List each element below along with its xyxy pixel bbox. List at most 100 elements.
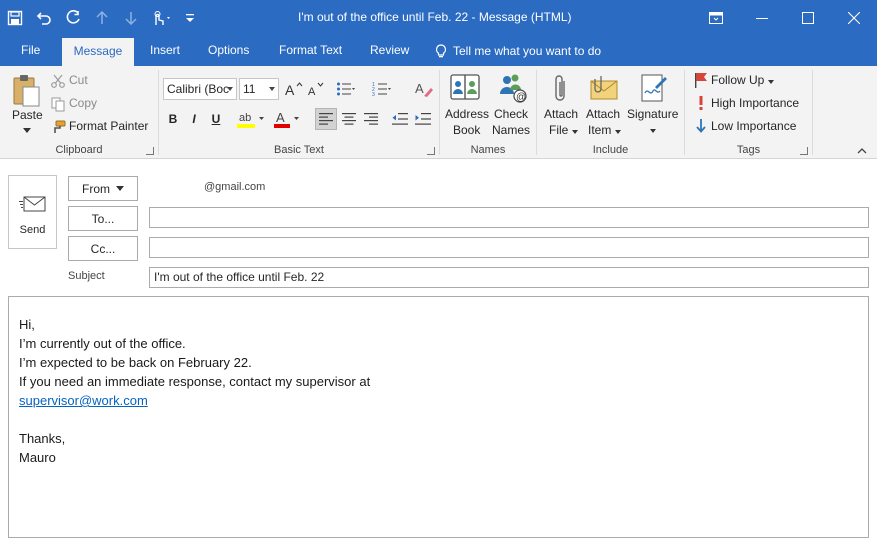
- tab-options[interactable]: Options: [208, 36, 249, 66]
- tell-me-text: Tell me what you want to do: [453, 43, 602, 58]
- tab-file[interactable]: File: [21, 36, 40, 66]
- bold-button[interactable]: B: [163, 109, 183, 129]
- cut-label[interactable]: Cut: [69, 73, 88, 87]
- clear-formatting-icon[interactable]: A: [414, 78, 434, 100]
- from-dropdown-icon: [116, 186, 124, 191]
- paste-label[interactable]: Paste: [12, 108, 43, 122]
- basic-text-group-label: Basic Text: [274, 144, 324, 156]
- supervisor-email-link[interactable]: supervisor@work.com: [19, 393, 148, 408]
- underline-button[interactable]: U: [206, 109, 226, 129]
- italic-button[interactable]: I: [184, 109, 204, 129]
- body-line: Thanks,: [19, 431, 66, 446]
- collapse-ribbon-icon[interactable]: [857, 144, 867, 154]
- attach-item-label-2[interactable]: Item: [588, 123, 621, 137]
- cc-button[interactable]: Cc...: [68, 236, 138, 261]
- increase-indent-icon[interactable]: [412, 108, 434, 130]
- copy-label[interactable]: Copy: [69, 96, 97, 110]
- low-importance-button[interactable]: Low Importance: [711, 119, 796, 133]
- undo-icon[interactable]: [29, 0, 58, 36]
- highlight-color-icon[interactable]: ab: [235, 108, 267, 130]
- signature-dropdown-icon[interactable]: [648, 127, 658, 135]
- minimize-icon[interactable]: [739, 0, 785, 36]
- check-names-label-1[interactable]: Check: [494, 107, 528, 121]
- close-icon[interactable]: [831, 0, 877, 36]
- tab-review[interactable]: Review: [370, 36, 409, 66]
- redo-icon[interactable]: [58, 0, 87, 36]
- grow-font-icon[interactable]: A: [284, 79, 304, 99]
- check-names-icon[interactable]: @: [495, 72, 529, 104]
- address-book-icon[interactable]: [448, 72, 482, 102]
- maximize-icon[interactable]: [785, 0, 831, 36]
- tab-insert[interactable]: Insert: [150, 36, 180, 66]
- tab-message[interactable]: Message: [62, 38, 134, 66]
- attach-item-dropdown-icon[interactable]: [614, 130, 621, 134]
- format-painter-label[interactable]: Format Painter: [69, 119, 148, 133]
- touch-mode-icon[interactable]: [145, 0, 179, 36]
- signature-icon[interactable]: [637, 72, 669, 104]
- basic-text-group: Calibri (Boc 11 A A 123 A B I U ab A Bas…: [159, 66, 439, 159]
- up-arrow-icon[interactable]: [87, 0, 116, 36]
- clipboard-group-label: Clipboard: [55, 144, 103, 156]
- subject-label: Subject: [68, 270, 105, 282]
- attach-item-label-1[interactable]: Attach: [586, 107, 620, 121]
- align-left-icon[interactable]: [315, 108, 337, 130]
- from-button[interactable]: From: [68, 176, 138, 201]
- attach-item-icon[interactable]: [588, 72, 620, 104]
- low-importance-icon: [693, 118, 709, 134]
- address-book-label-2[interactable]: Book: [453, 123, 480, 137]
- ribbon-display-options-icon[interactable]: [693, 0, 739, 36]
- font-name-select[interactable]: Calibri (Boc: [163, 78, 237, 100]
- attach-file-dropdown-icon[interactable]: [571, 130, 578, 134]
- customize-qat-icon[interactable]: [179, 0, 201, 36]
- svg-text:3: 3: [372, 92, 375, 97]
- save-icon[interactable]: [0, 0, 29, 36]
- cut-icon: [50, 73, 66, 89]
- to-button[interactable]: To...: [68, 206, 138, 231]
- tags-group: Follow Up High Importance Low Importance…: [685, 66, 812, 159]
- attach-file-text: File: [549, 123, 569, 137]
- paste-dropdown-icon[interactable]: [22, 126, 32, 134]
- attach-file-label-1[interactable]: Attach: [544, 107, 578, 121]
- send-label: Send: [19, 224, 46, 236]
- clipboard-group: Paste Cut Copy Format Painter Clipboard: [0, 66, 158, 159]
- tell-me-box[interactable]: Tell me what you want to do: [435, 36, 601, 66]
- align-center-icon[interactable]: [338, 108, 360, 130]
- signature-label[interactable]: Signature: [627, 107, 678, 121]
- svg-text:@: @: [516, 92, 526, 103]
- cc-field[interactable]: [149, 237, 869, 258]
- clipboard-launcher-icon[interactable]: [146, 147, 154, 155]
- to-label: To...: [91, 211, 115, 226]
- font-color-icon[interactable]: A: [273, 108, 301, 130]
- group-divider: [812, 70, 813, 155]
- attach-file-icon[interactable]: [549, 72, 573, 104]
- window-title: I'm out of the office until Feb. 22 - Me…: [298, 10, 572, 24]
- basic-text-launcher-icon[interactable]: [427, 147, 435, 155]
- subject-field[interactable]: I'm out of the office until Feb. 22: [149, 267, 869, 288]
- align-right-icon[interactable]: [360, 108, 382, 130]
- tags-launcher-icon[interactable]: [800, 147, 808, 155]
- follow-up-button[interactable]: Follow Up: [711, 73, 774, 87]
- follow-up-dropdown-icon[interactable]: [767, 80, 774, 84]
- svg-text:A: A: [276, 110, 285, 125]
- shrink-font-icon[interactable]: A: [306, 79, 326, 99]
- decrease-indent-icon[interactable]: [389, 108, 411, 130]
- svg-text:A: A: [415, 81, 424, 96]
- check-names-label-2[interactable]: Names: [492, 123, 530, 137]
- names-group-label: Names: [470, 144, 506, 156]
- tab-format-text[interactable]: Format Text: [279, 36, 342, 66]
- message-body[interactable]: Hi, I’m currently out of the office. I’m…: [8, 296, 869, 538]
- down-arrow-icon[interactable]: [116, 0, 145, 36]
- to-field[interactable]: [149, 207, 869, 228]
- bullets-icon[interactable]: [335, 79, 357, 99]
- body-line: If you need an immediate response, conta…: [19, 374, 371, 389]
- send-button[interactable]: Send: [8, 175, 57, 249]
- font-size-select[interactable]: 11: [239, 78, 279, 100]
- from-account-value: @gmail.com: [204, 181, 266, 193]
- from-label: From: [82, 181, 110, 196]
- address-book-label-1[interactable]: Address: [445, 107, 489, 121]
- paste-icon[interactable]: [10, 72, 42, 108]
- attach-file-label-2[interactable]: File: [549, 123, 578, 137]
- high-importance-button[interactable]: High Importance: [711, 96, 799, 110]
- numbering-icon[interactable]: 123: [371, 79, 393, 99]
